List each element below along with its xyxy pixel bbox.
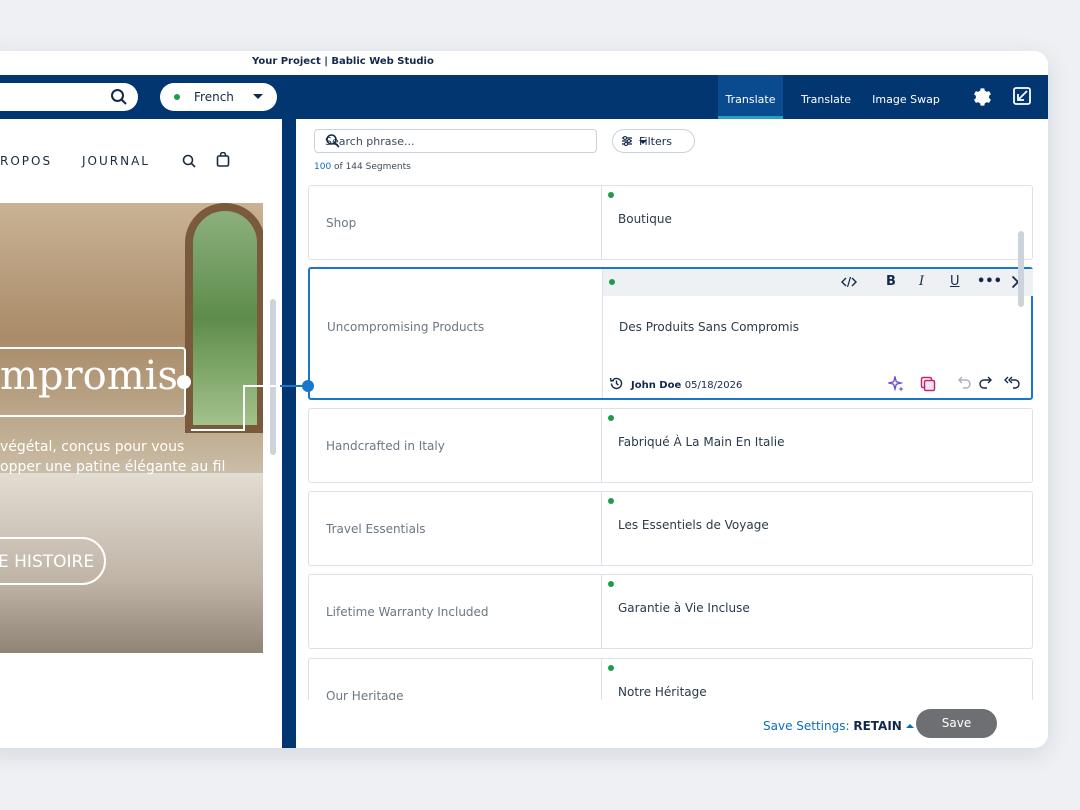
copy-source-icon[interactable] xyxy=(920,376,936,395)
ai-sparkle-icon[interactable] xyxy=(886,374,904,395)
segment-source: Travel Essentials xyxy=(326,522,426,536)
translated-status-dot xyxy=(608,415,614,421)
bold-button[interactable]: B xyxy=(886,274,896,289)
segment-source: Handcrafted in Italy xyxy=(326,439,445,453)
hero-story-button-label: E HISTOIRE xyxy=(0,552,95,572)
translated-status-dot xyxy=(609,279,615,285)
translation-panel: Search phrase... Filters 100 of 144 Segm… xyxy=(296,119,1048,748)
language-label: French xyxy=(194,90,234,104)
save-settings-label: Save Settings: xyxy=(763,719,850,733)
exit-editor-icon[interactable] xyxy=(1012,86,1032,110)
segment-count: 100 of 144 Segments xyxy=(314,162,411,172)
site-search-field[interactable] xyxy=(0,83,138,111)
translated-status-dot xyxy=(608,581,614,587)
segments-scrollbar[interactable] xyxy=(1018,231,1024,307)
pane-divider[interactable] xyxy=(282,119,296,748)
preview-scrollbar[interactable] xyxy=(270,299,276,455)
connector-node xyxy=(177,375,191,389)
segment-source: Lifetime Warranty Included xyxy=(326,605,489,619)
segment-row[interactable]: Lifetime Warranty Included Garantie à Vi… xyxy=(308,574,1033,649)
chevron-up-icon xyxy=(905,724,914,728)
title-separator: | xyxy=(324,56,328,67)
chevron-down-icon xyxy=(639,140,647,144)
nav-link-apropos[interactable]: ROPOS xyxy=(0,154,52,168)
tab-image-swap[interactable]: Image Swap xyxy=(866,75,946,119)
segment-target[interactable]: Garantie à Vie Incluse xyxy=(618,601,750,615)
segment-target[interactable]: Notre Héritage xyxy=(618,685,707,699)
phrase-search-input[interactable]: Search phrase... xyxy=(314,129,597,153)
top-toolbar: French Translate Translate Image Swap xyxy=(0,75,1048,119)
segment-target-editor[interactable]: Des Produits Sans Compromis xyxy=(619,320,799,334)
segment-target[interactable]: Les Essentiels de Voyage xyxy=(618,518,769,532)
language-selector[interactable]: French xyxy=(160,83,277,111)
hero-description: végétal, conçus pour vous opper une pati… xyxy=(0,437,225,477)
tab-translate[interactable]: Translate xyxy=(792,75,860,119)
segment-target[interactable]: Fabriqué À La Main En Italie xyxy=(618,435,784,449)
editor-author: John Doe 05/18/2026 xyxy=(631,380,742,391)
filters-button[interactable]: Filters xyxy=(612,129,695,153)
nav-link-journal[interactable]: JOURNAL xyxy=(82,154,150,168)
segment-row[interactable]: Handcrafted in Italy Fabriqué À La Main … xyxy=(308,408,1033,483)
window-title: Your Project | Bablic Web Studio xyxy=(252,56,434,67)
hero-image xyxy=(0,203,263,653)
project-name: Your Project xyxy=(252,56,321,67)
tab-translate-active[interactable]: Translate xyxy=(718,75,783,119)
sliders-icon xyxy=(621,135,633,150)
translated-status-dot xyxy=(608,192,614,198)
site-preview: ROPOS JOURNAL mpromis végétal, conçus po… xyxy=(0,119,282,748)
search-icon[interactable] xyxy=(110,88,128,110)
format-toolbar: B I U ••• xyxy=(603,269,1033,296)
segment-divider xyxy=(601,492,602,565)
revert-all-icon[interactable] xyxy=(1003,376,1020,393)
cart-icon[interactable] xyxy=(216,151,230,171)
redo-icon[interactable] xyxy=(979,376,995,393)
author-name: John Doe xyxy=(631,380,682,391)
segment-row[interactable]: Travel Essentials Les Essentiels de Voya… xyxy=(308,491,1033,566)
language-status-dot xyxy=(174,94,180,100)
app-name: Bablic Web Studio xyxy=(331,56,434,67)
undo-icon[interactable] xyxy=(955,376,971,393)
hero-text-line-2: opper une patine élégante au fil xyxy=(0,459,226,475)
hero-text-line-1: végétal, conçus pour vous xyxy=(0,439,185,455)
hero-story-button[interactable]: E HISTOIRE xyxy=(0,537,106,585)
gear-icon[interactable] xyxy=(970,86,992,112)
translated-status-dot xyxy=(608,498,614,504)
save-settings-dropdown[interactable]: Save Settings: RETAIN xyxy=(763,719,914,733)
history-icon[interactable] xyxy=(609,376,624,394)
segment-divider xyxy=(601,186,602,259)
hero-title: mpromis xyxy=(0,353,178,399)
save-settings-value: RETAIN xyxy=(853,719,902,733)
segment-source: Uncompromising Products xyxy=(327,320,485,334)
segment-divider xyxy=(601,575,602,648)
app-window: Your Project | Bablic Web Studio French … xyxy=(0,51,1048,748)
segment-row[interactable]: Shop Boutique xyxy=(308,185,1033,260)
chevron-down-icon xyxy=(253,94,263,99)
segment-target[interactable]: Boutique xyxy=(618,212,672,226)
segment-source: Shop xyxy=(326,216,357,230)
segment-count-total: of 144 Segments xyxy=(331,162,411,172)
arched-window xyxy=(185,203,263,433)
segment-row-active[interactable]: Uncompromising Products B I U ••• Des Pr… xyxy=(308,267,1033,400)
italic-button[interactable]: I xyxy=(919,274,924,289)
segment-count-current: 100 xyxy=(314,162,332,172)
title-bar: Your Project | Bablic Web Studio xyxy=(0,51,1048,75)
translated-status-dot xyxy=(608,665,614,671)
segment-divider xyxy=(601,409,602,482)
save-bar: Save Settings: RETAIN Save xyxy=(296,700,1048,748)
more-options-button[interactable]: ••• xyxy=(977,274,1002,289)
save-button[interactable]: Save xyxy=(916,709,997,738)
edit-date: 05/18/2026 xyxy=(684,380,743,391)
search-icon[interactable] xyxy=(325,133,592,152)
site-search-icon[interactable] xyxy=(182,153,196,172)
code-icon[interactable] xyxy=(841,275,857,293)
underline-button[interactable]: U xyxy=(950,274,960,289)
